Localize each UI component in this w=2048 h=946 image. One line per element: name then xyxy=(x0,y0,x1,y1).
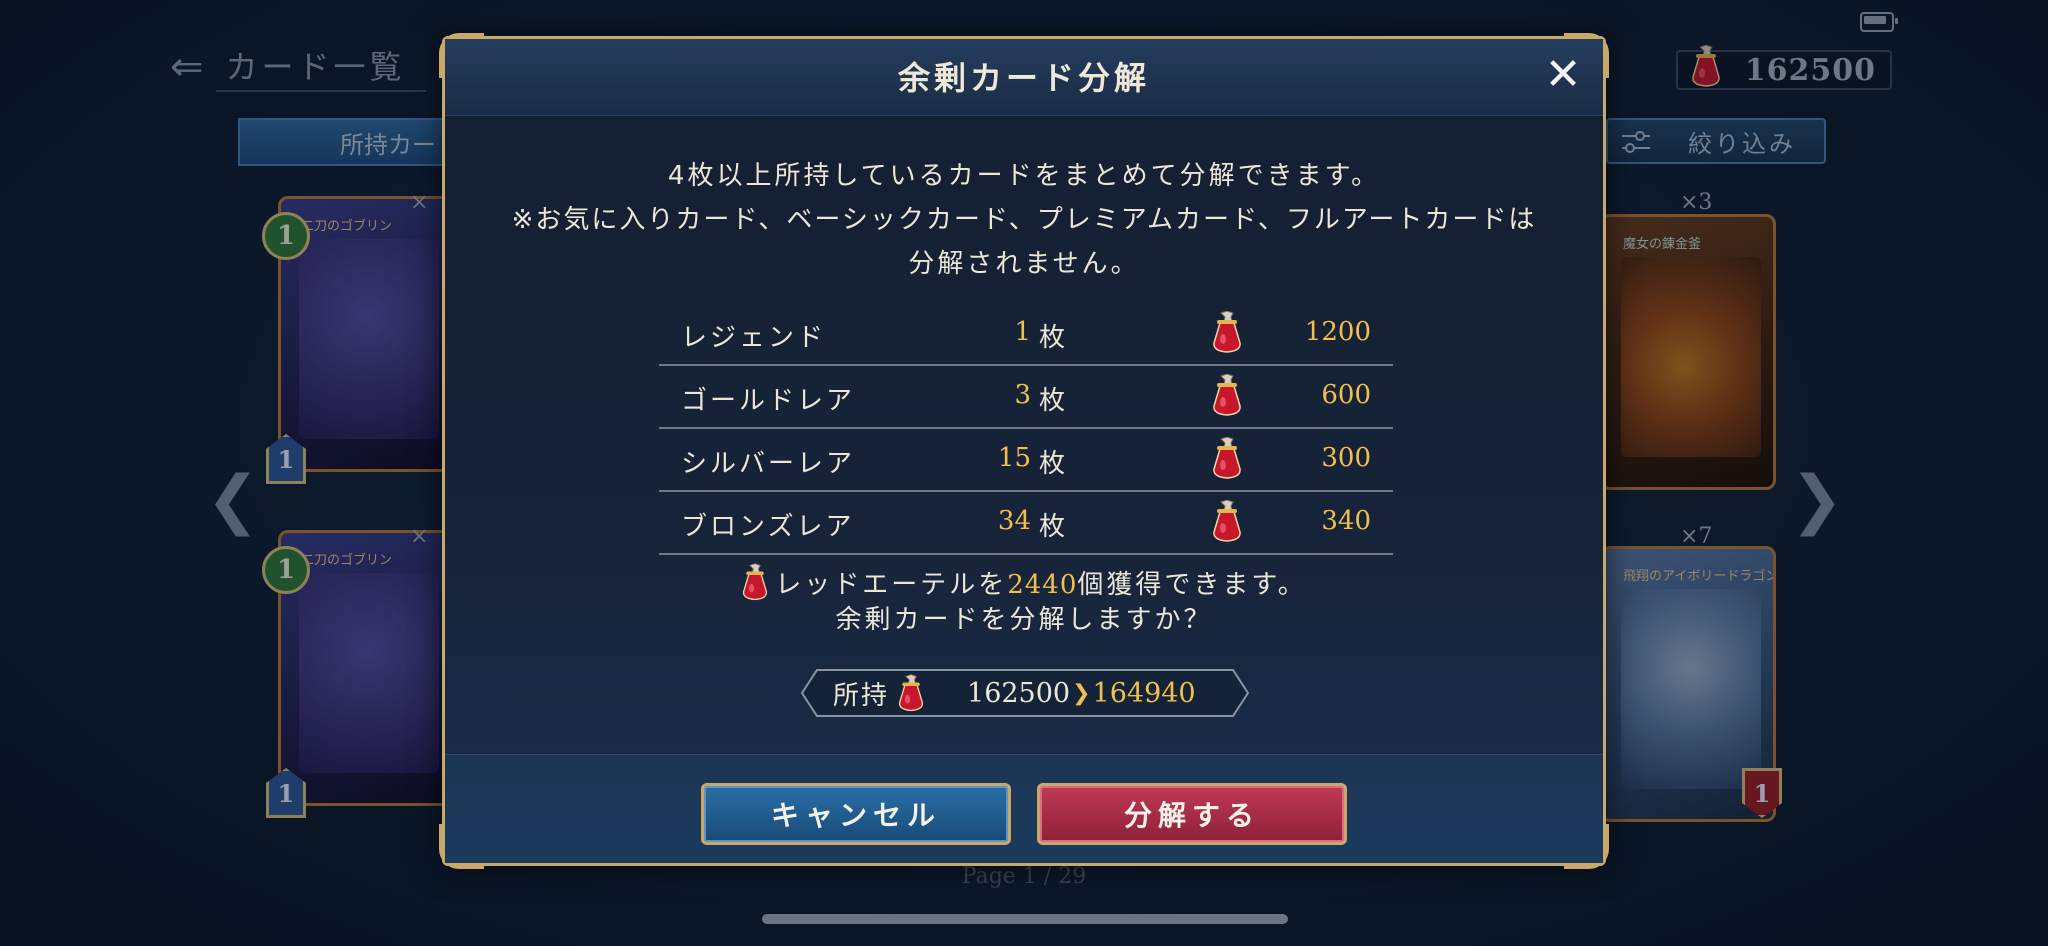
close-icon[interactable]: ✕ xyxy=(1541,53,1585,97)
gain-prefix: レッドエーテルを xyxy=(775,570,1008,600)
gain-suffix: 個獲得できます。 xyxy=(1077,570,1307,600)
description-line-1: 4枚以上所持しているカードをまとめて分解できます。 xyxy=(667,161,1381,191)
card-count: 3 xyxy=(1014,380,1031,410)
description-line-3: 分解されません。 xyxy=(908,249,1140,279)
home-indicator[interactable] xyxy=(762,914,1288,924)
rarity-name: ブロンズレア xyxy=(681,512,855,542)
dialog-title: 余剰カード分解 xyxy=(897,59,1150,97)
card-count: 1 xyxy=(1014,317,1031,347)
rarity-name: シルバーレア xyxy=(681,449,856,479)
description-line-2: ※お気に入りカード、ベーシックカード、プレミアムカード、フルアートカードは xyxy=(511,205,1537,235)
count-unit: 枚 xyxy=(1039,386,1066,416)
count-unit: 枚 xyxy=(1039,449,1066,479)
owned-current: 162500 xyxy=(967,677,1071,709)
ether-amount: 300 xyxy=(1321,443,1371,473)
count-unit: 枚 xyxy=(1039,323,1066,353)
gain-summary: レッドエーテルを2440個獲得できます。 xyxy=(445,563,1603,601)
confirm-question: 余剰カードを分解しますか？ xyxy=(835,605,1213,635)
red-ether-icon xyxy=(1211,374,1243,416)
dialog-header: 余剰カード分解 ✕ xyxy=(445,39,1603,116)
decompose-dialog: 余剰カード分解 ✕ 4枚以上所持しているカードをまとめて分解できます。 ※お気に… xyxy=(439,33,1609,869)
rarity-table: レジェンド 1 枚 1200 ゴールドレア 3 枚 600 シルバーレア 15 … xyxy=(659,303,1393,555)
table-row: レジェンド 1 枚 1200 xyxy=(659,303,1393,366)
rarity-name: レジェンド xyxy=(681,323,827,353)
ether-amount: 1200 xyxy=(1304,317,1371,347)
owned-after: 164940 xyxy=(1092,677,1196,709)
red-ether-icon xyxy=(897,674,925,712)
card-count: 15 xyxy=(997,443,1031,473)
dialog-footer xyxy=(445,754,1603,863)
red-ether-icon xyxy=(1211,500,1243,542)
rarity-name: ゴールドレア xyxy=(681,386,856,416)
red-ether-icon xyxy=(1211,311,1243,353)
table-row: シルバーレア 15 枚 300 xyxy=(659,429,1393,492)
owned-balance: 所持 162500 ❯ 164940 xyxy=(801,669,1249,717)
arrow-right-icon: ❯ xyxy=(1072,680,1091,706)
red-ether-icon xyxy=(1211,437,1243,479)
ether-amount: 340 xyxy=(1321,506,1371,536)
card-count: 34 xyxy=(997,506,1031,536)
red-ether-icon xyxy=(741,563,769,601)
table-row: ゴールドレア 3 枚 600 xyxy=(659,366,1393,429)
gain-amount: 2440 xyxy=(1007,570,1078,600)
owned-label: 所持 xyxy=(833,680,890,711)
table-row: ブロンズレア 34 枚 340 xyxy=(659,492,1393,555)
decompose-button[interactable]: 分解する xyxy=(1037,783,1347,845)
ether-amount: 600 xyxy=(1321,380,1371,410)
count-unit: 枚 xyxy=(1039,512,1066,542)
cancel-button[interactable]: キャンセル xyxy=(701,783,1011,845)
